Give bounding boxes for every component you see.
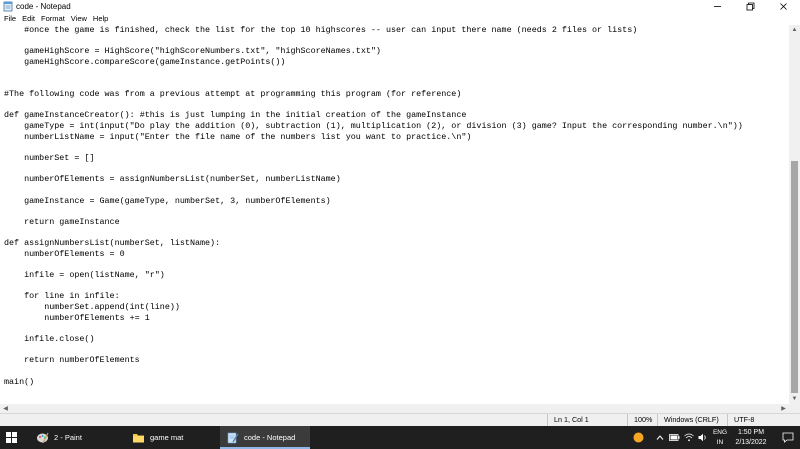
clock-time: 1:50 PM <box>737 429 765 436</box>
volume-icon[interactable] <box>698 433 708 442</box>
minimize-icon <box>714 6 721 7</box>
notepad-icon <box>227 432 239 444</box>
taskbar: 2 - Paint game mat code - Notepad ENG IN… <box>0 426 800 449</box>
weather-sun-icon[interactable] <box>633 432 644 443</box>
taskbar-label-game-mat: game mat <box>150 433 184 442</box>
scroll-right-arrow-icon[interactable]: ▶ <box>779 404 788 413</box>
scrollbar-corner <box>789 404 800 413</box>
menu-file[interactable]: File <box>0 13 19 25</box>
menu-bar: File Edit Format View Help <box>0 13 800 25</box>
cursor-position: Ln 1, Col 1 <box>547 414 627 426</box>
taskbar-label-paint: 2 - Paint <box>54 433 82 442</box>
taskbar-label-notepad: code - Notepad <box>244 433 296 442</box>
language-code: ENG <box>712 429 728 436</box>
close-icon <box>780 3 787 10</box>
language-region: IN <box>716 438 724 446</box>
chevron-up-icon[interactable] <box>656 434 664 441</box>
battery-icon[interactable] <box>669 433 680 442</box>
language-indicator[interactable]: ENG IN <box>712 428 728 447</box>
editor-text[interactable]: #once the game is finished, check the li… <box>4 25 743 387</box>
horizontal-scrollbar[interactable]: ◀ ▶ <box>0 404 789 413</box>
taskbar-item-game-mat[interactable]: game mat <box>126 426 216 449</box>
notification-icon[interactable] <box>782 432 794 443</box>
menu-format[interactable]: Format <box>38 13 68 25</box>
folder-icon <box>133 434 144 443</box>
title-bar[interactable]: code - Notepad <box>0 0 800 13</box>
vertical-scroll-thumb[interactable] <box>791 161 798 393</box>
restore-icon <box>746 2 755 11</box>
window-controls <box>701 0 800 13</box>
close-button[interactable] <box>767 0 800 13</box>
vertical-scrollbar[interactable]: ▲ ▼ <box>789 25 800 404</box>
notepad-app-icon <box>3 1 13 12</box>
menu-help[interactable]: Help <box>90 13 111 25</box>
taskbar-item-paint[interactable]: 2 - Paint <box>28 426 118 449</box>
minimize-button[interactable] <box>701 0 734 13</box>
maximize-button[interactable] <box>734 0 767 13</box>
zoom-level: 100% <box>627 414 657 426</box>
text-editor[interactable]: #once the game is finished, check the li… <box>0 25 789 404</box>
clock-date: 2/13/2022 <box>735 438 767 446</box>
windows-start-icon[interactable] <box>6 432 17 443</box>
wifi-icon[interactable] <box>684 433 694 442</box>
encoding: UTF-8 <box>727 414 800 426</box>
line-ending: Windows (CRLF) <box>657 414 727 426</box>
menu-edit[interactable]: Edit <box>19 13 38 25</box>
scroll-up-arrow-icon[interactable]: ▲ <box>789 25 800 35</box>
clock[interactable]: 1:50 PM 2/13/2022 <box>730 428 772 447</box>
window-title: code - Notepad <box>16 2 71 11</box>
scroll-down-arrow-icon[interactable]: ▼ <box>789 394 800 404</box>
menu-view[interactable]: View <box>68 13 90 25</box>
status-bar: Ln 1, Col 1 100% Windows (CRLF) UTF-8 <box>0 413 800 426</box>
paint-icon <box>37 432 49 444</box>
scroll-left-arrow-icon[interactable]: ◀ <box>1 404 10 413</box>
taskbar-item-notepad[interactable]: code - Notepad <box>220 426 310 449</box>
